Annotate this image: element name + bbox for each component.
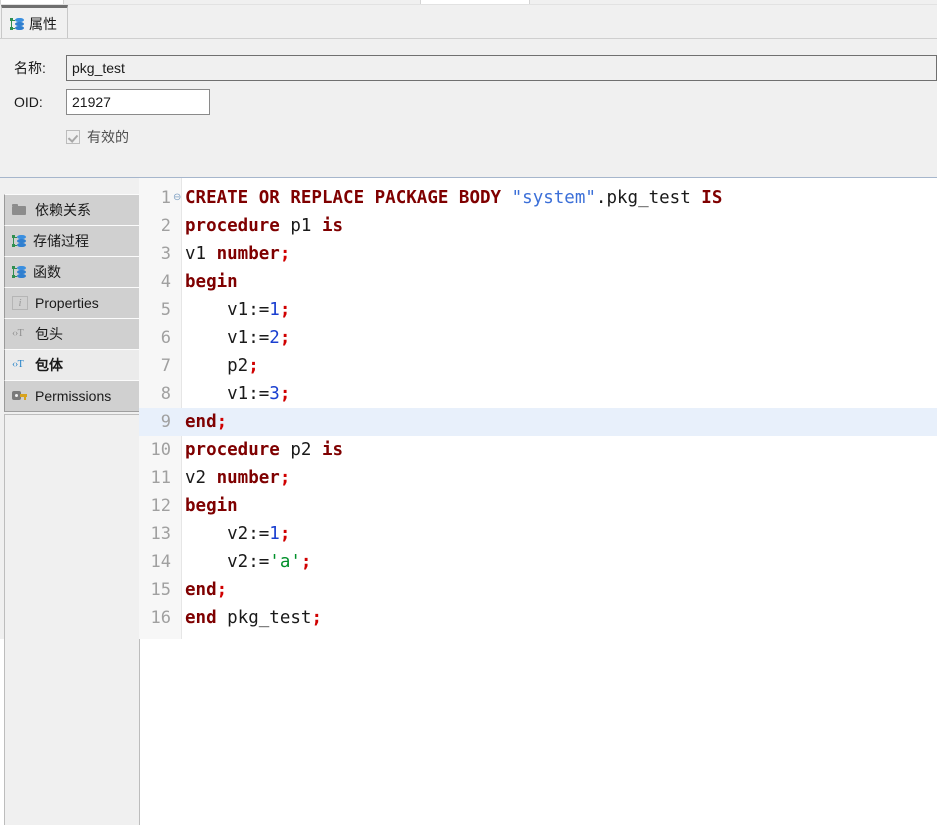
sidebar-item-label: 依赖关系 — [35, 202, 91, 218]
name-label: 名称: — [14, 60, 46, 76]
code-line-text: procedure p1 is — [185, 216, 344, 236]
line-number: 2 — [160, 216, 171, 236]
code-line[interactable]: 15 end; — [139, 576, 937, 604]
code-line[interactable]: 4 begin — [139, 268, 937, 296]
code-line-text: begin — [185, 272, 238, 292]
sidebar-item-label: 存储过程 — [33, 233, 89, 249]
line-number: 8 — [160, 384, 171, 404]
properties-tabbar: 属性 — [0, 5, 937, 39]
code-line-list[interactable]: 1 ⊖ CREATE OR REPLACE PACKAGE BODY "system… — [139, 184, 937, 632]
code-text-icon: ‹›T — [12, 328, 24, 339]
line-number: 6 — [160, 328, 171, 348]
info-icon — [12, 296, 28, 310]
line-number: 7 — [160, 356, 171, 376]
code-line-text: v2:=1; — [185, 524, 291, 544]
code-line[interactable]: 10 procedure p2 is — [139, 436, 937, 464]
sidebar-item-4[interactable]: Properties — [4, 287, 140, 319]
code-line-text: procedure p2 is — [185, 440, 344, 460]
code-line[interactable]: 14 v2:='a'; — [139, 548, 937, 576]
form-row-name: 名称: — [14, 55, 937, 81]
sidebar-item-label: Properties — [35, 295, 99, 311]
code-line[interactable]: 1 ⊖ CREATE OR REPLACE PACKAGE BODY "system… — [139, 184, 937, 212]
sidebar-item-6[interactable]: ‹›T 包体 — [4, 349, 140, 381]
folder-icon — [12, 202, 28, 218]
oid-label: OID: — [14, 94, 43, 110]
tab-properties-label: 属性 — [29, 15, 57, 32]
line-number: 1 — [160, 188, 171, 208]
property-form: 名称: OID: 有效的 — [0, 39, 937, 177]
code-line-text: v2 number; — [185, 468, 291, 488]
code-text-icon: ‹›T — [12, 359, 24, 370]
line-number: 5 — [160, 300, 171, 320]
sidebar-item-list: 依赖关系存储过程函数 Properties ‹›T 包头 ‹›T 包体 Permission… — [4, 194, 140, 412]
sidebar-item-label: 函数 — [33, 264, 61, 280]
sidebar-item-label: 包体 — [35, 357, 63, 373]
code-line-text: v1 number; — [185, 244, 291, 264]
code-editor[interactable]: 1 ⊖ CREATE OR REPLACE PACKAGE BODY "system… — [139, 178, 937, 639]
code-line[interactable]: 2 procedure p1 is — [139, 212, 937, 240]
line-number: 4 — [160, 272, 171, 292]
sidebar-item-2[interactable]: 存储过程 — [4, 225, 140, 257]
package-body-editor-window: 属性 名称: OID: 有效的 依赖关系存储过程函数 Properties ‹›T 包… — [0, 0, 937, 825]
line-number: 9 — [160, 412, 171, 432]
code-line-text: v1:=2; — [185, 328, 291, 348]
code-line-text: v2:='a'; — [185, 552, 312, 572]
code-line-text: p2; — [185, 356, 259, 376]
database-tree-icon — [12, 265, 26, 279]
name-input[interactable] — [66, 55, 937, 81]
fold-collapse-icon[interactable]: ⊖ — [173, 193, 181, 203]
sidebar-item-label: Permissions — [35, 388, 112, 404]
code-line[interactable]: 11 v2 number; — [139, 464, 937, 492]
line-number: 3 — [160, 244, 171, 264]
sidebar-empty-panel — [4, 414, 140, 825]
code-line-text: end pkg_test; — [185, 608, 322, 628]
code-line-text: CREATE OR REPLACE PACKAGE BODY "system".… — [185, 188, 723, 208]
line-number: 12 — [150, 496, 171, 516]
sidebar-item-5[interactable]: ‹›T 包头 — [4, 318, 140, 350]
valid-checkbox[interactable] — [66, 130, 80, 144]
line-number: 15 — [150, 580, 171, 600]
line-number: 13 — [150, 524, 171, 544]
line-number: 16 — [150, 608, 171, 628]
code-line[interactable]: 8 v1:=3; — [139, 380, 937, 408]
sidebar-item-1[interactable]: 依赖关系 — [4, 194, 140, 226]
code-line[interactable]: 7 p2; — [139, 352, 937, 380]
sidebar-item-3[interactable]: 函数 — [4, 256, 140, 288]
code-line-text: v1:=1; — [185, 300, 291, 320]
database-tree-icon — [12, 234, 26, 248]
code-line[interactable]: 6 v1:=2; — [139, 324, 937, 352]
sidebar-item-label: 包头 — [35, 326, 63, 342]
code-line-text: end; — [185, 580, 228, 600]
form-row-valid[interactable]: 有效的 — [66, 127, 129, 147]
code-line[interactable]: 13 v2:=1; — [139, 520, 937, 548]
code-line[interactable]: 12 begin — [139, 492, 937, 520]
line-number: 10 — [150, 440, 171, 460]
key-icon — [12, 388, 28, 404]
line-number: 14 — [150, 552, 171, 572]
code-line-text: end; — [185, 412, 228, 432]
tab-properties[interactable]: 属性 — [1, 5, 68, 39]
oid-input[interactable] — [66, 89, 210, 115]
database-tree-icon — [10, 17, 24, 31]
form-row-oid: OID: — [14, 89, 210, 115]
code-line[interactable]: 5 v1:=1; — [139, 296, 937, 324]
code-line[interactable]: 9 end; — [139, 408, 937, 436]
object-sidebar: 依赖关系存储过程函数 Properties ‹›T 包头 ‹›T 包体 Permission… — [0, 186, 140, 825]
code-line[interactable]: 16 end pkg_test; — [139, 604, 937, 632]
sidebar-item-7[interactable]: Permissions — [4, 380, 140, 412]
line-number: 11 — [150, 468, 171, 488]
code-line-text: v1:=3; — [185, 384, 291, 404]
code-line[interactable]: 3 v1 number; — [139, 240, 937, 268]
code-line-text: begin — [185, 496, 238, 516]
valid-checkbox-label: 有效的 — [87, 129, 129, 145]
